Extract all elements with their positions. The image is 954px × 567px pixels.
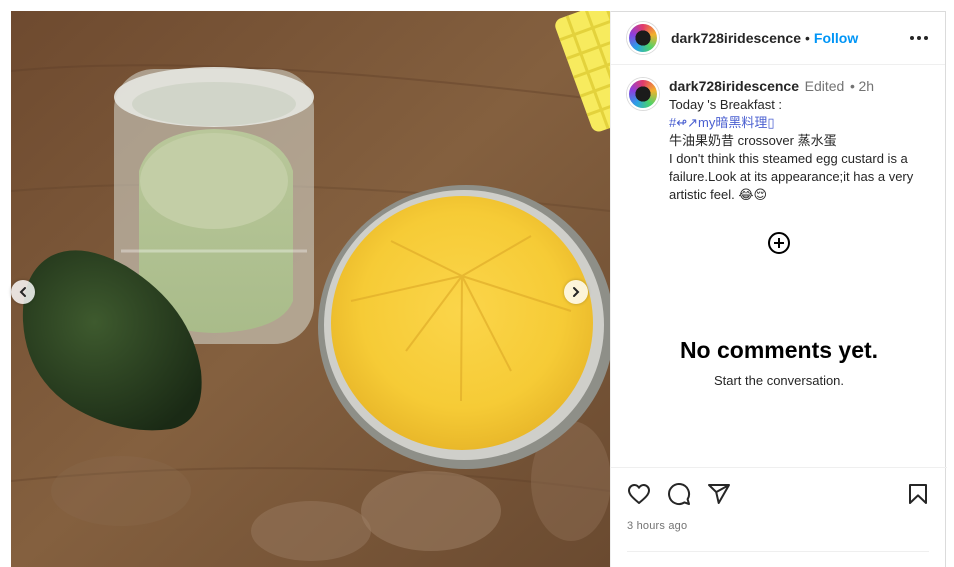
save-button[interactable] (906, 482, 932, 508)
more-options-icon[interactable] (909, 30, 929, 46)
no-comments-title: No comments yet. (679, 337, 879, 363)
caption-line-1: Today 's Breakfast : (669, 97, 783, 112)
caption-body: dark728iridescence Edited • 2h Today 's … (669, 77, 929, 204)
post-details-panel: dark728iridescence • Follow dark728iride… (610, 11, 947, 567)
breakfast-photo-image (11, 11, 610, 567)
chevron-right-icon (573, 287, 580, 297)
caption-separator: • (849, 78, 855, 94)
post-author-username[interactable]: dark728iridescence (671, 30, 801, 46)
caption-edited-label: Edited (804, 78, 845, 94)
caption-line-4: I don't think this steamed egg custard i… (669, 151, 914, 202)
comment-button[interactable] (667, 482, 693, 508)
avatar[interactable] (627, 22, 659, 54)
header-separator: • (804, 30, 810, 46)
post-photo (11, 11, 610, 567)
paper-plane-icon (708, 484, 730, 504)
next-photo-button[interactable] (564, 280, 588, 304)
comment-icon (668, 483, 691, 505)
no-comments-subtitle: Start the conversation. (713, 373, 845, 388)
caption-username[interactable]: dark728iridescence (669, 78, 799, 94)
follow-button[interactable]: Follow (814, 30, 858, 46)
share-button[interactable] (707, 482, 733, 508)
caption: dark728iridescence Edited • 2h Today 's … (611, 65, 945, 204)
caption-time[interactable]: 2h (858, 78, 874, 94)
divider (627, 551, 929, 552)
caption-avatar[interactable] (627, 78, 659, 110)
previous-photo-button[interactable] (11, 280, 35, 304)
like-button[interactable] (627, 482, 653, 508)
post-actions: 3 hours ago (611, 467, 947, 567)
caption-hashtag[interactable]: #↫↗my暗黑料理▯ (669, 114, 929, 132)
heart-icon (628, 484, 650, 504)
post-header: dark728iridescence • Follow (611, 12, 945, 65)
post-timestamp[interactable]: 3 hours ago (627, 520, 687, 532)
bookmark-icon (909, 484, 927, 504)
chevron-left-icon (19, 287, 26, 297)
caption-line-3: 牛油果奶昔 crossover 蒸水蛋 (669, 133, 837, 148)
add-circle-icon[interactable] (767, 231, 791, 255)
